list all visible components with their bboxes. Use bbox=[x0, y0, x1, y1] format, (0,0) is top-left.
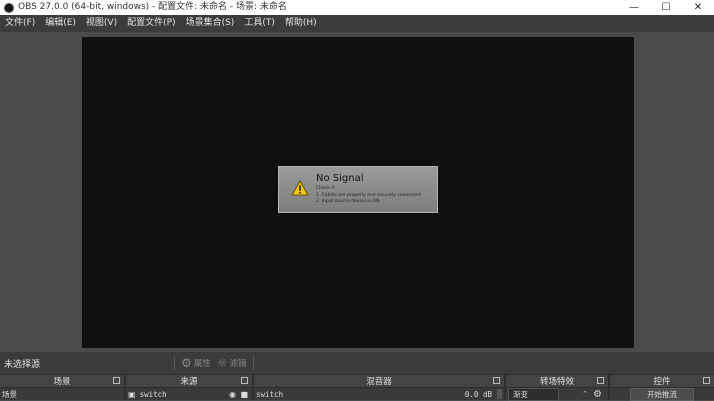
gear-icon[interactable]: ⚙ bbox=[593, 389, 602, 400]
maximize-icon[interactable]: ☐ bbox=[650, 0, 682, 15]
camera-icon: ▣ bbox=[128, 389, 136, 399]
menu-help[interactable]: 帮助(H) bbox=[280, 15, 322, 32]
filters-button[interactable]: ☼ 滤镜 bbox=[217, 356, 247, 370]
window-title: OBS 27.0.0 (64-bit, windows) - 配置文件: 未命名… bbox=[18, 2, 287, 12]
float-dock-icon[interactable] bbox=[493, 377, 500, 384]
sources-dock: 来源 ▣ switch ◉ ■ bbox=[126, 375, 252, 400]
close-icon[interactable]: ✕ bbox=[682, 0, 714, 15]
no-signal-line: 2. Input source device is ON bbox=[316, 199, 380, 204]
gear-icon: ⚙ bbox=[181, 356, 192, 370]
properties-button[interactable]: ⚙ 属性 bbox=[181, 356, 211, 370]
visibility-eye-icon[interactable]: ◉ bbox=[229, 390, 236, 399]
scene-item[interactable]: 场景 bbox=[2, 389, 17, 400]
title-bar: OBS 27.0.0 (64-bit, windows) - 配置文件: 未命名… bbox=[0, 0, 714, 15]
warning-icon bbox=[291, 180, 309, 196]
no-signal-line: 1. Cables are properly and securely conn… bbox=[316, 193, 421, 198]
menu-bar: 文件(F) 编辑(E) 视图(V) 配置文件(P) 场景集合(S) 工具(T) … bbox=[0, 15, 714, 32]
minimize-icon[interactable]: — bbox=[618, 0, 650, 15]
menu-view[interactable]: 视图(V) bbox=[81, 15, 122, 32]
controls-dock-title: 控件 bbox=[653, 377, 671, 387]
float-dock-icon[interactable] bbox=[241, 377, 248, 384]
obs-logo-icon bbox=[4, 2, 14, 13]
properties-label: 属性 bbox=[193, 359, 211, 369]
start-streaming-button[interactable]: 开始推流 bbox=[630, 387, 694, 401]
menu-edit[interactable]: 编辑(E) bbox=[40, 15, 81, 32]
controls-dock: 控件 开始推流 bbox=[610, 375, 714, 401]
no-signal-panel: No Signal Check if: 1. Cables are proper… bbox=[278, 166, 438, 213]
float-dock-icon[interactable] bbox=[597, 377, 604, 384]
transitions-dock: 转场特效 渐变 ⌃ ⚙ bbox=[506, 375, 608, 401]
filter-icon: ☼ bbox=[216, 356, 228, 370]
menu-file[interactable]: 文件(F) bbox=[0, 15, 40, 32]
no-signal-check: Check if: bbox=[316, 186, 336, 191]
menu-tools[interactable]: 工具(T) bbox=[239, 15, 280, 32]
scenes-dock: 场景 场景 bbox=[0, 375, 124, 400]
preview-canvas[interactable]: No Signal Check if: 1. Cables are proper… bbox=[82, 37, 634, 348]
divider bbox=[252, 356, 254, 370]
menu-scene-collection[interactable]: 场景集合(S) bbox=[181, 15, 240, 32]
mixer-channel-name: switch bbox=[256, 389, 284, 399]
source-toolbar: 未选择源 ⚙ 属性 ☼ 滤镜 bbox=[0, 352, 714, 374]
lock-icon[interactable]: ■ bbox=[240, 390, 248, 399]
mixer-dock-title: 混音器 bbox=[366, 377, 392, 387]
float-dock-icon[interactable] bbox=[113, 377, 120, 384]
filters-label: 滤镜 bbox=[229, 359, 247, 369]
transition-select[interactable]: 渐变 bbox=[508, 387, 559, 401]
chevron-up-icon[interactable]: ⌃ bbox=[582, 390, 588, 398]
dock-area: 场景 场景 来源 ▣ switch ◉ ■ 混音器 switch 0.0 dB … bbox=[0, 374, 714, 401]
mixer-db-value: 0.0 dB bbox=[464, 389, 492, 399]
preview-area: No Signal Check if: 1. Cables are proper… bbox=[0, 32, 714, 352]
transitions-dock-title: 转场特效 bbox=[539, 377, 574, 387]
sources-dock-title: 来源 bbox=[180, 377, 198, 387]
mixer-scrollbar[interactable] bbox=[497, 389, 502, 399]
divider bbox=[174, 356, 175, 370]
no-signal-title: No Signal bbox=[316, 173, 364, 184]
scenes-dock-title: 场景 bbox=[53, 377, 71, 387]
no-source-selected-label: 未选择源 bbox=[4, 359, 41, 370]
menu-profile[interactable]: 配置文件(P) bbox=[122, 15, 180, 32]
float-dock-icon[interactable] bbox=[703, 377, 710, 384]
source-item[interactable]: switch bbox=[140, 390, 167, 399]
mixer-dock: 混音器 switch 0.0 dB bbox=[254, 375, 504, 400]
